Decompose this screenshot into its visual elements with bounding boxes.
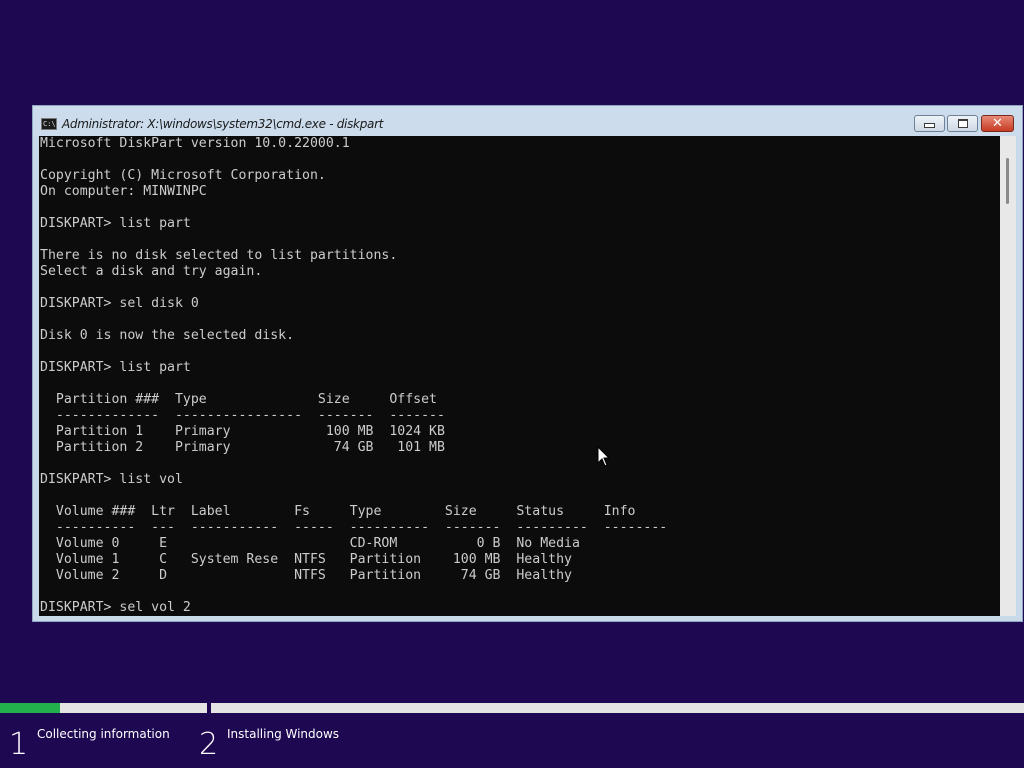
close-button[interactable]: ✕ xyxy=(981,115,1014,132)
progress-segment-installing xyxy=(211,703,1024,713)
cmd-icon: C:\ xyxy=(41,118,57,130)
window-title: Administrator: X:\windows\system32\cmd.e… xyxy=(62,117,384,131)
scrollbar-thumb[interactable] xyxy=(1006,158,1009,204)
progress-fill xyxy=(0,703,61,713)
progress-segment-collecting xyxy=(0,703,207,713)
minimize-icon xyxy=(915,116,944,131)
console-output[interactable]: Microsoft DiskPart version 10.0.22000.1 … xyxy=(39,136,1000,616)
maximize-button[interactable] xyxy=(947,115,978,132)
minimize-button[interactable] xyxy=(914,115,945,132)
step-2-number: 2 xyxy=(199,727,219,762)
console-text: Microsoft DiskPart version 10.0.22000.1 … xyxy=(40,136,668,615)
mouse-pointer-icon xyxy=(597,446,611,467)
cmd-window[interactable]: C:\ Administrator: X:\windows\system32\c… xyxy=(32,105,1023,622)
maximize-icon xyxy=(948,116,977,131)
step-1-number: 1 xyxy=(9,727,29,762)
window-titlebar[interactable]: C:\ Administrator: X:\windows\system32\c… xyxy=(33,106,1022,136)
step-1-label: Collecting information xyxy=(37,727,170,741)
close-icon: ✕ xyxy=(992,116,1003,131)
step-2-label: Installing Windows xyxy=(227,727,340,741)
vertical-scrollbar[interactable] xyxy=(1000,136,1016,616)
setup-desktop: C:\ Administrator: X:\windows\system32\c… xyxy=(0,0,1024,768)
setup-progress-bar xyxy=(0,703,1024,713)
